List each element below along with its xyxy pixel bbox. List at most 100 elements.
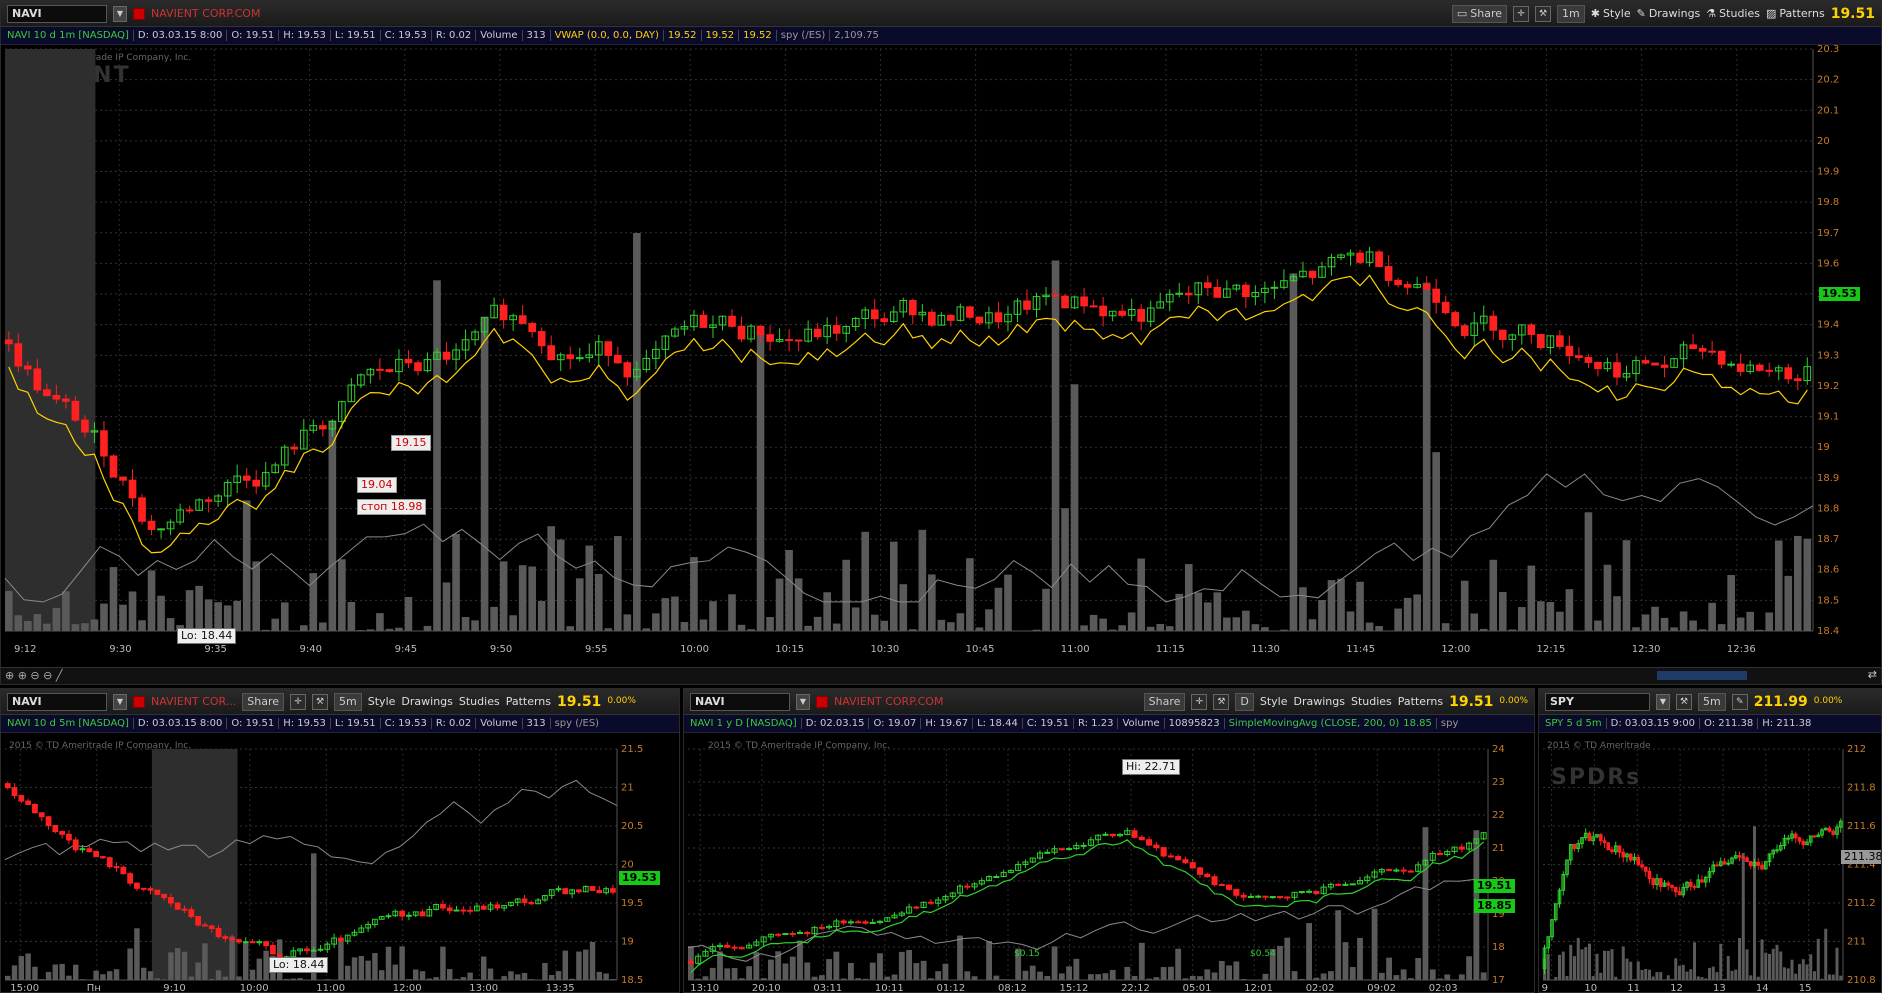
time-tick: 12:36: [1727, 644, 1756, 655]
bm-compare: spy: [1435, 718, 1458, 729]
price-tick: 18.5: [621, 975, 643, 986]
bm-dropdown-icon[interactable]: ▼: [796, 693, 810, 710]
candle-body: [45, 816, 52, 826]
volume-bar: [127, 948, 133, 980]
volume-bar: [1408, 978, 1414, 980]
candle-body: [1422, 283, 1431, 290]
main-info-bar: NAVI 10 d 1m [NASDAQ] D: 03.03.15 8:00 O…: [1, 27, 1881, 45]
bm-interval[interactable]: D: [1235, 692, 1254, 711]
bl-symbol-input[interactable]: NAVI: [7, 692, 107, 711]
bl-studies[interactable]: Studies: [459, 695, 500, 708]
main-toolbar: NAVI ▼ NAVIENT CORP.COM ▭ Share ✛ ⚒ 1m ✱ S…: [1, 1, 1881, 27]
volume-bar: [818, 975, 825, 980]
volume-bar: [547, 526, 556, 631]
volume-bar: [1813, 971, 1816, 980]
bl-patterns[interactable]: Patterns: [506, 695, 551, 708]
zoom-controls[interactable]: ⊕ ⊕ ⊖ ⊖ ╱: [5, 669, 62, 682]
br-pencil-icon[interactable]: ✎: [1731, 693, 1748, 710]
bm-plot[interactable]: 242322212019181713:1020:1003:1110:1101:1…: [684, 733, 1535, 993]
br-symbol-input[interactable]: SPY: [1545, 692, 1650, 711]
main-scrollbar[interactable]: ⊕ ⊕ ⊖ ⊖ ╱ ⇄: [1, 667, 1881, 684]
br-plot[interactable]: 212211.8211.6211.4211.2211210.89 10 11 12 13…: [1539, 733, 1882, 993]
candle-body: [699, 314, 708, 328]
bl-dropdown-icon[interactable]: ▼: [113, 693, 127, 710]
bl-style[interactable]: Style: [368, 695, 396, 708]
interval-button[interactable]: 1m: [1557, 4, 1585, 23]
volume-bar: [1660, 617, 1669, 631]
crosshair-icon[interactable]: ✛: [1513, 5, 1530, 22]
volume-bar: [1755, 629, 1764, 631]
bm-range: R: 1.23: [1072, 718, 1113, 729]
drawings-label: Drawings: [1648, 7, 1701, 20]
bm-wrench-icon[interactable]: ⚒: [1213, 693, 1230, 710]
volume-bar: [1663, 979, 1666, 980]
scroll-thumb[interactable]: [1657, 671, 1747, 680]
candle-body: [195, 915, 202, 926]
main-plot[interactable]: 20.320.220.12019.919.819.719.619.519.419…: [1, 45, 1882, 655]
share-button[interactable]: ▭ Share: [1451, 4, 1508, 23]
volume-bar: [1784, 575, 1793, 631]
scroll-arrows-icon[interactable]: ⇄: [1868, 668, 1877, 681]
candle-body: [870, 309, 879, 320]
bm-share-button[interactable]: Share: [1143, 692, 1186, 711]
bl-share-label: Share: [247, 694, 280, 708]
br-wrench-icon[interactable]: ⚒: [1676, 693, 1692, 710]
volume-bar: [1633, 979, 1636, 980]
bm-symbol-input[interactable]: NAVI: [690, 692, 790, 711]
bm-drawings[interactable]: Drawings: [1294, 695, 1345, 708]
price-tick: 20: [1817, 136, 1830, 147]
symbol-input[interactable]: NAVI: [7, 4, 107, 23]
candle-body: [1375, 251, 1383, 268]
volume-bar: [1636, 961, 1640, 980]
candle-body: [596, 889, 603, 894]
bl-plot[interactable]: 21.5 21 20.5 20 19.5 19 18.5 15:00 Пн 9:10 10:00 11…: [1, 733, 680, 993]
candle-body: [317, 948, 324, 951]
candle-body: [52, 824, 59, 833]
volume-bar: [1674, 958, 1678, 980]
volume-bar: [695, 978, 702, 980]
volume-bar: [1599, 972, 1603, 980]
volume-bar: [297, 978, 303, 980]
studies-button[interactable]: ⚗ Studies: [1706, 7, 1760, 20]
volume-bar: [33, 613, 42, 631]
bm-style[interactable]: Style: [1260, 695, 1288, 708]
volume-bar: [884, 976, 891, 980]
entry-annotation: 19.04: [357, 477, 397, 493]
candle-body: [404, 358, 413, 364]
drawings-button[interactable]: ✎ Drawings: [1637, 7, 1701, 20]
candle-body: [181, 908, 188, 911]
bl-wrench-icon[interactable]: ⚒: [312, 693, 329, 710]
bl-crosshair-icon[interactable]: ✛: [290, 693, 307, 710]
volume-bar: [1070, 384, 1079, 631]
symbol-dropdown-icon[interactable]: ▼: [113, 5, 127, 22]
volume-bar: [1659, 972, 1663, 980]
volume-bar: [1029, 965, 1036, 980]
volume-bar: [842, 559, 851, 631]
candle-body: [1061, 295, 1069, 309]
bl-interval[interactable]: 5m: [334, 692, 362, 711]
volume-bar: [1051, 946, 1058, 980]
style-button[interactable]: ✱ Style: [1591, 7, 1631, 20]
bm-patterns[interactable]: Patterns: [1398, 695, 1443, 708]
patterns-button[interactable]: ▨ Patterns: [1766, 7, 1825, 20]
bl-share-button[interactable]: Share: [242, 692, 285, 711]
volume-bar: [1365, 622, 1374, 631]
volume-bar: [499, 561, 508, 631]
volume-bar: [406, 979, 412, 980]
volume-bar: [1603, 564, 1612, 631]
br-dropdown-icon[interactable]: ▼: [1656, 693, 1670, 710]
candle-body: [1400, 869, 1407, 872]
volume-bar: [161, 979, 167, 980]
candle-body: [687, 961, 694, 964]
candle-body: [724, 944, 731, 948]
bl-drawings[interactable]: Drawings: [401, 695, 452, 708]
volume-bar: [1685, 971, 1689, 980]
bm-crosshair-icon[interactable]: ✛: [1191, 693, 1208, 710]
bm-flag-icon: [816, 695, 828, 708]
bm-studies[interactable]: Studies: [1351, 695, 1392, 708]
br-interval[interactable]: 5m: [1698, 692, 1726, 711]
volume-bar: [1554, 976, 1558, 980]
wrench-icon[interactable]: ⚒: [1535, 5, 1552, 22]
candle-body: [1640, 864, 1644, 868]
candle-body: [1726, 862, 1731, 865]
